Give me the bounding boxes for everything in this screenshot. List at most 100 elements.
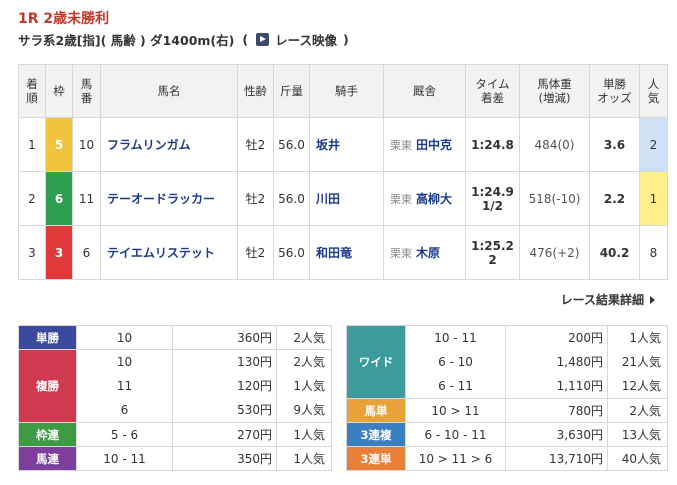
payout-row-wakuren: 枠連 5 - 6 270円 1人気 xyxy=(18,422,332,447)
bet-type-umaren: 馬連 xyxy=(18,446,77,471)
margin-text: 1/2 xyxy=(481,198,504,213)
video-icon[interactable] xyxy=(256,33,270,46)
bet-type-sanrentan: 3連単 xyxy=(346,446,406,471)
payout-combo: 10 > 11 xyxy=(405,398,506,423)
bet-type-umatan: 馬単 xyxy=(346,398,406,423)
jockey-link[interactable]: 川田 xyxy=(309,171,384,226)
time-cell: 1:25.2 2 xyxy=(465,225,520,280)
header-weight: 斤量 xyxy=(273,64,310,118)
payout-combo: 10 11 6 xyxy=(76,349,173,423)
payout-popularity: 40人気 xyxy=(607,446,668,471)
header-jockey: 騎手 xyxy=(309,64,384,118)
sexage-cell: 牡2 xyxy=(237,171,274,226)
bet-type-sanrenpuku: 3連複 xyxy=(346,422,406,447)
payout-row-sanrenpuku: 3連複 6 - 10 - 11 3,630円 13人気 xyxy=(346,422,668,447)
payout-amount: 350円 xyxy=(172,446,277,471)
margin-text: 2 xyxy=(488,252,497,267)
rank-cell: 2 xyxy=(18,171,46,226)
stable-cell: 栗東 田中克 xyxy=(383,117,466,172)
horse-name-link[interactable]: テーオードラッカー xyxy=(100,171,238,226)
jockey-link[interactable]: 和田竜 xyxy=(309,225,384,280)
results-table: 着順 枠 馬番 馬名 性齢 斤量 騎手 厩舎 タイム 着差 馬体重 (増減) 単勝オ… xyxy=(18,64,668,280)
stable-area: 栗東 xyxy=(390,247,412,260)
odds-cell: 2.2 xyxy=(589,171,640,226)
payout-popularity: 2人気 1人気 9人気 xyxy=(276,349,332,423)
payout-row-fukusho: 複勝 10 11 6 130円 120円 530円 2人気 1人気 9人気 xyxy=(18,349,332,423)
header-umaban: 馬番 xyxy=(72,64,101,118)
stable-cell: 栗東 木原 xyxy=(383,225,466,280)
payout-row-sanrentan: 3連単 10 > 11 > 6 13,710円 40人気 xyxy=(346,446,668,471)
payout-popularity: 2人気 xyxy=(607,398,668,423)
body-weight-cell: 484(0) xyxy=(519,117,590,172)
payout-table-left: 単勝 10 360円 2人気 複勝 10 11 6 130円 120円 530円 2人気… xyxy=(18,325,332,471)
payout-row-wide: ワイド 10 - 11 6 - 10 6 - 11 200円 1,480円 1,110円… xyxy=(346,325,668,399)
payout-amount: 200円 1,480円 1,110円 xyxy=(505,325,608,399)
waku-cell: 3 xyxy=(45,225,73,280)
kinryo-cell: 56.0 xyxy=(273,117,310,172)
payout-row-umatan: 馬単 10 > 11 780円 2人気 xyxy=(346,398,668,423)
payout-combo: 10 xyxy=(76,325,173,350)
payout-amount: 13,710円 xyxy=(505,446,608,471)
header-sexage: 性齢 xyxy=(237,64,274,118)
payout-popularity: 1人気 xyxy=(276,422,332,447)
payout-combo: 10 - 11 6 - 10 6 - 11 xyxy=(405,325,506,399)
payout-row-umaren: 馬連 10 - 11 350円 1人気 xyxy=(18,446,332,471)
umaban-cell: 11 xyxy=(72,171,101,226)
stable-cell: 栗東 高柳大 xyxy=(383,171,466,226)
payout-row-tansho: 単勝 10 360円 2人気 xyxy=(18,325,332,350)
header-stable: 厩舎 xyxy=(383,64,466,118)
race-result-detail-link[interactable]: レース結果詳細 xyxy=(561,291,655,308)
waku-cell: 6 xyxy=(45,171,73,226)
race-video-link[interactable]: レース映像 xyxy=(275,30,337,49)
horse-name-link[interactable]: テイエムリステット xyxy=(100,225,238,280)
payout-popularity: 13人気 xyxy=(607,422,668,447)
paren-close: ) xyxy=(342,32,349,47)
trainer-link[interactable]: 木原 xyxy=(416,246,440,260)
header-rank: 着順 xyxy=(18,64,46,118)
chevron-right-icon xyxy=(650,296,655,304)
payout-popularity: 1人気 xyxy=(276,446,332,471)
kinryo-cell: 56.0 xyxy=(273,225,310,280)
sexage-cell: 牡2 xyxy=(237,225,274,280)
trainer-link[interactable]: 高柳大 xyxy=(416,192,452,206)
table-row: 2 6 11 テーオードラッカー 牡2 56.0 川田 栗東 高柳大 1:24.9… xyxy=(18,171,668,226)
race-conditions-text: サラ系2歳[指]( 馬齢 ) ダ1400m(右) xyxy=(18,33,235,48)
header-time: タイム 着差 xyxy=(465,64,520,118)
jockey-link[interactable]: 坂井 xyxy=(309,117,384,172)
header-body: 馬体重 (増減) xyxy=(519,64,590,118)
payout-popularity: 1人気 21人気 12人気 xyxy=(607,325,668,399)
payout-amount: 130円 120円 530円 xyxy=(172,349,277,423)
table-row: 1 5 10 フラムリンガム 牡2 56.0 坂井 栗東 田中克 1:24.8 4… xyxy=(18,117,668,172)
waku-cell: 5 xyxy=(45,117,73,172)
payout-combo: 10 - 11 xyxy=(76,446,173,471)
umaban-cell: 6 xyxy=(72,225,101,280)
rank-cell: 1 xyxy=(18,117,46,172)
payout-popularity: 2人気 xyxy=(276,325,332,350)
trainer-link[interactable]: 田中克 xyxy=(416,138,452,152)
payout-amount: 270円 xyxy=(172,422,277,447)
sexage-cell: 牡2 xyxy=(237,117,274,172)
umaban-cell: 10 xyxy=(72,117,101,172)
table-row: 3 3 6 テイエムリステット 牡2 56.0 和田竜 栗東 木原 1:25.2 2… xyxy=(18,225,668,280)
horse-name-link[interactable]: フラムリンガム xyxy=(100,117,238,172)
odds-cell: 40.2 xyxy=(589,225,640,280)
popularity-cell: 2 xyxy=(639,117,668,172)
payout-amount: 3,630円 xyxy=(505,422,608,447)
bet-type-fukusho: 複勝 xyxy=(18,349,77,423)
payout-combo: 10 > 11 > 6 xyxy=(405,446,506,471)
race-title: 1R 2歳未勝利 xyxy=(18,11,110,27)
rank-cell: 3 xyxy=(18,225,46,280)
header-waku: 枠 xyxy=(45,64,73,118)
bet-type-tansho: 単勝 xyxy=(18,325,77,350)
bet-type-wide: ワイド xyxy=(346,325,406,399)
payout-amount: 360円 xyxy=(172,325,277,350)
time-cell: 1:24.8 xyxy=(465,117,520,172)
payout-combo: 5 - 6 xyxy=(76,422,173,447)
race-conditions: サラ系2歳[指]( 馬齢 ) ダ1400m(右) ( レース映像 ) xyxy=(18,30,349,49)
results-header-row: 着順 枠 馬番 馬名 性齢 斤量 騎手 厩舎 タイム 着差 馬体重 (増減) 単勝オ… xyxy=(18,64,668,118)
paren-open: ( xyxy=(242,32,249,47)
stable-area: 栗東 xyxy=(390,139,412,152)
body-weight-cell: 518(-10) xyxy=(519,171,590,226)
popularity-cell: 8 xyxy=(639,225,668,280)
body-weight-cell: 476(+2) xyxy=(519,225,590,280)
